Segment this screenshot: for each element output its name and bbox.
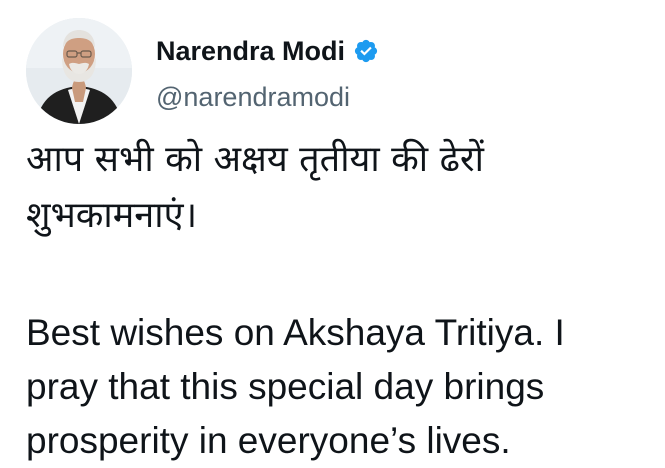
tweet-text-line: prosperity in everyone’s lives. — [26, 420, 511, 461]
author-name-row[interactable]: Narendra Modi — [156, 34, 379, 68]
tweet-text-line: Best wishes on Akshaya Tritiya. I — [26, 312, 565, 353]
author-handle[interactable]: @narendramodi — [156, 82, 350, 113]
tweet-text-line: pray that this special day brings — [26, 366, 545, 407]
tweet-text-line: शुभकामनाएं। — [26, 195, 198, 236]
profile-photo-icon — [26, 18, 132, 124]
avatar[interactable] — [26, 18, 132, 124]
tweet-text-hindi: आप सभी को अक्षय तृतीया की ढेरों शुभकामना… — [26, 132, 646, 244]
tweet-text-line: आप सभी को अक्षय तृतीया की ढेरों — [26, 139, 484, 180]
author-display-name[interactable]: Narendra Modi — [156, 36, 345, 67]
tweet-text-english: Best wishes on Akshaya Tritiya. I pray t… — [26, 306, 665, 468]
tweet-card: Narendra Modi @narendramodi आप सभी को अक… — [0, 0, 665, 467]
verified-badge-icon — [353, 38, 379, 64]
